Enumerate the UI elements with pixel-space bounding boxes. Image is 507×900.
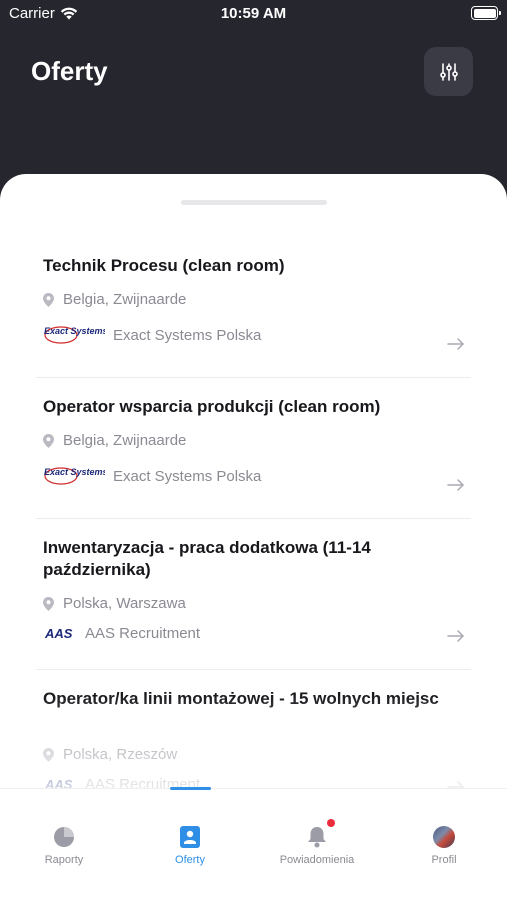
job-location: Belgia, Zwijnaarde: [43, 291, 186, 308]
company-name: Exact Systems Polska: [113, 326, 262, 344]
arrow-right-icon[interactable]: [447, 630, 465, 642]
job-location-text: Belgia, Zwijnaarde: [63, 291, 187, 308]
tab-profil[interactable]: Profil: [414, 789, 474, 866]
notification-dot: [327, 819, 335, 827]
pie-chart-icon: [52, 825, 76, 849]
sliders-icon: [439, 62, 458, 81]
page-title: Oferty: [31, 56, 108, 86]
tab-label: Profil: [431, 854, 457, 866]
location-pin-icon: [43, 433, 54, 448]
job-location-text: Polska, Warszawa: [63, 595, 186, 612]
tab-raporty[interactable]: Raporty: [34, 789, 94, 866]
job-company: Exact Systems Exact Systems Polska: [43, 323, 261, 347]
job-company: Exact Systems Exact Systems Polska: [43, 464, 261, 488]
filter-button[interactable]: [424, 47, 473, 96]
job-title: Operator/ka linii montażowej - 15 wolnyc…: [43, 689, 439, 708]
tab-label: Raporty: [44, 854, 84, 866]
job-location-text: Belgia, Zwijnaarde: [63, 432, 187, 449]
divider: [36, 518, 471, 519]
location-pin-icon: [43, 596, 54, 611]
location-pin-icon: [43, 292, 54, 307]
company-logo: Exact Systems: [44, 467, 105, 485]
company-logo-text: AAS: [44, 626, 73, 641]
job-location: Belgia, Zwijnaarde: [43, 432, 186, 449]
sheet-grabber[interactable]: [181, 200, 327, 205]
job-company: AAS AAS Recruitment: [43, 623, 200, 643]
arrow-right-icon[interactable]: [447, 338, 465, 350]
avatar: [433, 825, 455, 849]
status-bar: Carrier 10:59 AM: [0, 0, 507, 30]
company-logo: Exact Systems: [44, 326, 105, 344]
job-title: Inwentaryzacja - praca dodatkowa (11-14 …: [43, 538, 371, 579]
tab-bar: Raporty Oferty Powiadomienia Profil: [0, 787, 507, 900]
divider: [36, 669, 471, 670]
job-title: Technik Procesu (clean room): [43, 256, 285, 275]
battery-icon: [471, 6, 501, 20]
job-title: Operator wsparcia produkcji (clean room): [43, 397, 381, 416]
company-logo-text: Exact Systems: [44, 467, 105, 477]
bell-icon: [305, 819, 335, 849]
badge-icon: [180, 825, 200, 849]
tab-oferty[interactable]: Oferty: [160, 789, 220, 866]
job-location: Polska, Warszawa: [43, 595, 186, 612]
arrow-right-icon[interactable]: [447, 479, 465, 491]
company-logo: AAS: [44, 626, 73, 641]
tab-powiadomienia[interactable]: Powiadomienia: [272, 789, 362, 866]
job-location: Polska, Rzeszów: [43, 746, 177, 763]
location-pin-icon: [43, 747, 54, 762]
job-location-text: Polska, Rzeszów: [63, 746, 178, 763]
tab-label: Powiadomienia: [279, 854, 355, 866]
divider: [36, 377, 471, 378]
profile-avatar: [433, 826, 455, 848]
company-logo-text: Exact Systems: [44, 326, 105, 336]
company-name: Exact Systems Polska: [113, 467, 262, 485]
clock: 10:59 AM: [220, 5, 287, 22]
company-name: AAS Recruitment: [85, 624, 201, 642]
tab-label: Oferty: [175, 854, 205, 866]
